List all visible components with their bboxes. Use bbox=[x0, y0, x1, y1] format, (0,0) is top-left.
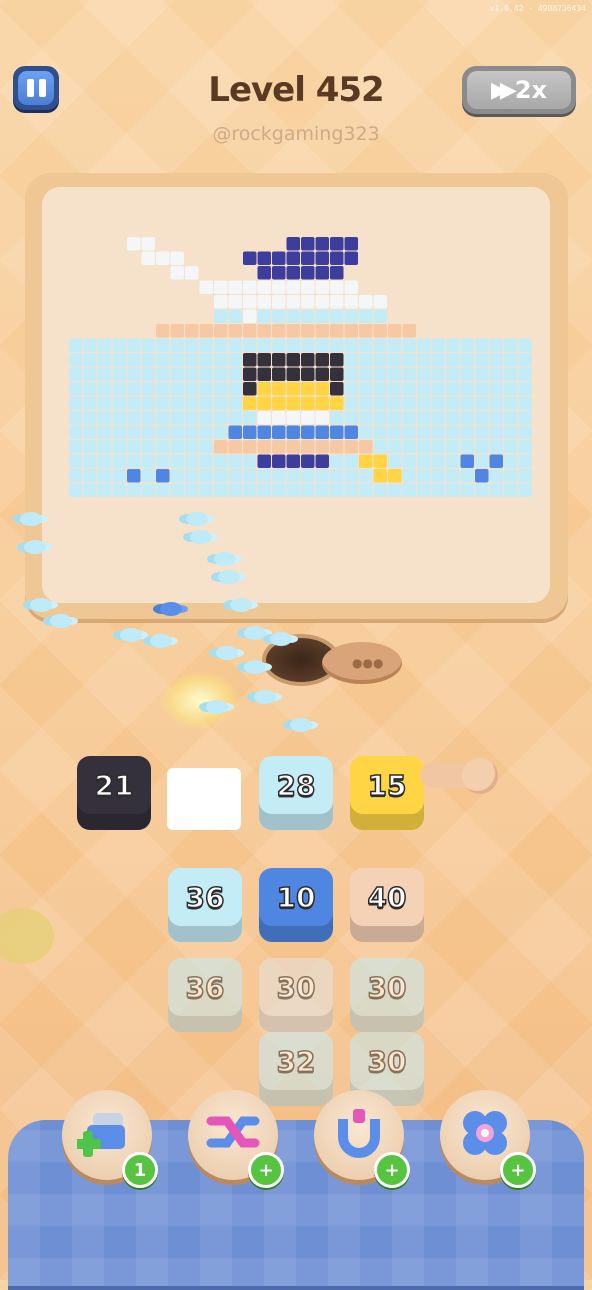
block-count: 28 bbox=[259, 756, 333, 814]
ant bbox=[254, 690, 276, 704]
color-block[interactable] bbox=[167, 756, 241, 832]
ant bbox=[218, 570, 240, 584]
powerup-badge: + bbox=[500, 1152, 536, 1188]
sparkle-effect bbox=[160, 670, 240, 730]
color-block[interactable]: 36 bbox=[168, 958, 242, 1034]
powerup-badge: + bbox=[248, 1152, 284, 1188]
speed-label: 2x bbox=[514, 76, 548, 104]
color-block[interactable]: 30 bbox=[350, 958, 424, 1034]
powerup-badge: 1 bbox=[122, 1152, 158, 1188]
powerup-bomb-button[interactable]: + bbox=[440, 1090, 536, 1188]
ant bbox=[230, 598, 252, 612]
ant bbox=[214, 552, 236, 566]
block-count: 21 bbox=[77, 756, 151, 814]
block-count: 36 bbox=[168, 868, 242, 926]
color-block[interactable]: 30 bbox=[259, 958, 333, 1034]
ant bbox=[24, 540, 46, 554]
color-block[interactable]: 21 bbox=[77, 756, 151, 832]
ant bbox=[160, 602, 182, 616]
ant bbox=[186, 512, 208, 526]
block-count: 40 bbox=[350, 868, 424, 926]
ant bbox=[20, 512, 42, 526]
hole-lid: ●●● bbox=[322, 642, 402, 684]
powerup-add-slot-button[interactable]: 1 bbox=[62, 1090, 158, 1188]
color-block[interactable]: 15 bbox=[350, 756, 424, 832]
color-block[interactable]: 10 bbox=[259, 868, 333, 944]
username-label: @rockgaming323 bbox=[212, 123, 380, 145]
block-count: 15 bbox=[350, 756, 424, 814]
ant bbox=[216, 646, 238, 660]
color-block[interactable]: 32 bbox=[259, 1032, 333, 1108]
color-block[interactable]: 40 bbox=[350, 868, 424, 944]
color-block[interactable]: 28 bbox=[259, 756, 333, 832]
ant bbox=[244, 626, 266, 640]
ant bbox=[290, 718, 312, 732]
block-count: 10 bbox=[259, 868, 333, 926]
ant bbox=[244, 660, 266, 674]
fast-forward-icon: ▶▶ bbox=[490, 77, 517, 103]
picture-board bbox=[25, 173, 568, 619]
block-count bbox=[167, 768, 241, 830]
color-block[interactable]: 36 bbox=[168, 868, 242, 944]
speed-button[interactable]: ▶▶ 2x bbox=[462, 66, 576, 114]
powerup-magnet-button[interactable]: + bbox=[314, 1090, 410, 1188]
block-count: 32 bbox=[259, 1032, 333, 1090]
ant bbox=[150, 634, 172, 648]
ant bbox=[270, 632, 292, 646]
ant bbox=[50, 614, 72, 628]
ant bbox=[30, 598, 52, 612]
block-count: 36 bbox=[168, 958, 242, 1016]
ant bbox=[206, 700, 228, 714]
version-label: v1.0.42 - 4908736434 bbox=[489, 4, 586, 13]
block-count: 30 bbox=[259, 958, 333, 1016]
block-count: 30 bbox=[350, 958, 424, 1016]
leaf-decoration bbox=[0, 908, 54, 964]
block-count: 30 bbox=[350, 1032, 424, 1090]
conveyor-knob bbox=[462, 758, 498, 794]
pixel-art bbox=[69, 237, 532, 497]
ant bbox=[120, 628, 142, 642]
powerup-shuffle-button[interactable]: + bbox=[188, 1090, 284, 1188]
ant bbox=[190, 530, 212, 544]
powerup-badge: + bbox=[374, 1152, 410, 1188]
